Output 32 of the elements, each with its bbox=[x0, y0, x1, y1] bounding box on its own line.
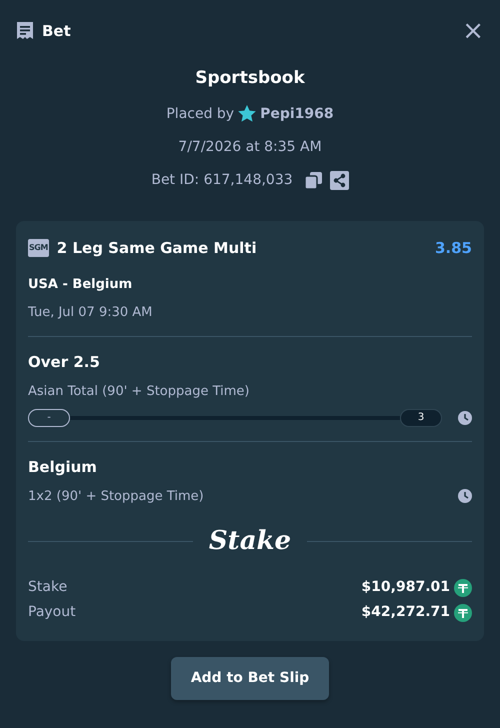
odds: 3.85 bbox=[434, 238, 472, 258]
clock-icon bbox=[458, 411, 472, 425]
match-name: USA - Belgium bbox=[28, 276, 134, 294]
sgm-badge: SGM bbox=[28, 238, 49, 257]
coin-icon bbox=[454, 604, 472, 622]
market-name: Asian Total (90' + Stoppage Time) bbox=[28, 382, 250, 400]
total-label: Payout bbox=[28, 603, 76, 622]
total-label: Stake bbox=[28, 578, 68, 597]
close-button[interactable]: × bbox=[462, 18, 484, 44]
bet-id: Bet ID: 617,148,033 bbox=[151, 170, 293, 190]
match-time: Tue, Jul 07 9:30 AM bbox=[28, 304, 154, 322]
selection-name: Belgium bbox=[28, 457, 98, 478]
market-name: 1x2 (90' + Stoppage Time) bbox=[28, 488, 204, 506]
share-icon[interactable] bbox=[330, 170, 349, 190]
end-score: 3 bbox=[400, 409, 442, 427]
selection-name: Over 2.5 bbox=[28, 352, 101, 373]
dialog-title: Bet bbox=[42, 20, 71, 42]
add-to-bet-slip-button[interactable]: Add to Bet Slip bbox=[170, 657, 330, 700]
bet-type-title: 2 Leg Same Game Multi bbox=[56, 238, 257, 258]
brand-logo: Stake bbox=[208, 525, 292, 558]
start-score: - bbox=[28, 409, 70, 427]
placed-by-label: Placed by bbox=[166, 104, 234, 124]
clock-icon bbox=[458, 489, 472, 504]
receipt-icon bbox=[16, 21, 34, 41]
coin-icon bbox=[454, 578, 472, 596]
username[interactable]: Pepi1968 bbox=[260, 104, 334, 124]
copy-icon[interactable] bbox=[304, 172, 322, 188]
total-amount: $10,987.01 bbox=[361, 578, 450, 597]
bet-date: 7/7/2026 at 8:35 AM bbox=[177, 138, 323, 156]
provider-title: Sportsbook bbox=[194, 67, 306, 90]
vip-star-icon bbox=[238, 105, 256, 123]
total-amount: $42,272.71 bbox=[361, 603, 450, 622]
